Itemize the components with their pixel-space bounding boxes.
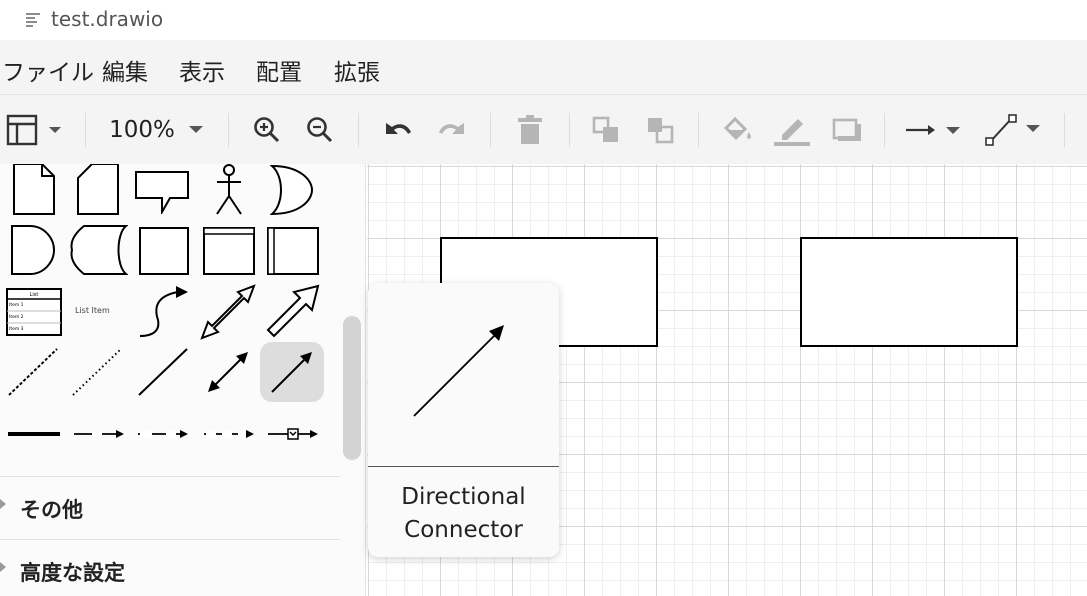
- menu-arrange[interactable]: 配置: [256, 53, 302, 87]
- list-shape-row: Item 2: [9, 314, 24, 320]
- diagram-rectangle[interactable]: [800, 237, 1018, 347]
- zoom-out-button[interactable]: [303, 112, 337, 148]
- line-color-button[interactable]: [771, 112, 813, 148]
- trash-icon: [517, 115, 543, 145]
- toolbar-separator: [358, 113, 359, 147]
- dotted-line-shape[interactable]: [70, 346, 124, 398]
- data-storage-shape[interactable]: [70, 224, 128, 276]
- menu-file[interactable]: ファイル: [2, 53, 94, 87]
- chevron-down-icon: [188, 126, 203, 134]
- toolbar-separator: [698, 113, 699, 147]
- note-shape[interactable]: [10, 164, 58, 216]
- toolbar: 100%: [0, 94, 1087, 164]
- menu-view[interactable]: 表示: [179, 53, 225, 87]
- directional-connector-shape[interactable]: [260, 342, 324, 402]
- menu-bar: ファイル 編集 表示 配置 拡張: [0, 40, 1087, 94]
- toolbar-separator: [228, 113, 229, 147]
- waypoint-line-icon: [984, 113, 1044, 147]
- container-shape[interactable]: [202, 226, 256, 276]
- sidebar-scrollbar[interactable]: [343, 316, 361, 460]
- card-shape[interactable]: [74, 164, 122, 216]
- list-shape-header: List: [30, 292, 39, 298]
- connector-with-2-labels-shape[interactable]: [136, 426, 190, 442]
- toolbar-separator: [85, 113, 86, 147]
- curved-arrow-shape[interactable]: [134, 282, 194, 340]
- block-arrow-shape[interactable]: [264, 284, 320, 340]
- list-shape-row: Item 1: [9, 302, 24, 308]
- line-shape[interactable]: [136, 346, 190, 398]
- toolbar-separator: [884, 113, 885, 147]
- connector-with-3-labels-shape[interactable]: [202, 426, 256, 442]
- shadow-button[interactable]: [828, 112, 866, 148]
- section-advanced[interactable]: 高度な設定: [0, 539, 340, 596]
- tooltip-divider: [368, 466, 559, 467]
- bidirectional-connector-shape[interactable]: [202, 346, 254, 398]
- zoom-out-icon: [306, 116, 334, 144]
- list-item-shape[interactable]: List Item: [70, 302, 128, 322]
- redo-button[interactable]: [434, 112, 470, 148]
- section-label: 高度な設定: [20, 561, 125, 585]
- delay-shape[interactable]: [10, 224, 56, 276]
- connector-with-symbol-shape[interactable]: [266, 426, 320, 442]
- list-item-label: List Item: [75, 306, 110, 315]
- zoom-level: 100%: [109, 117, 175, 143]
- undo-button[interactable]: [380, 112, 416, 148]
- title-bar: test.drawio: [0, 0, 1087, 40]
- delete-button[interactable]: [512, 112, 548, 148]
- tooltip-title-line: Connector: [404, 517, 523, 543]
- waypoints-button[interactable]: [984, 112, 1044, 148]
- to-back-button[interactable]: [642, 112, 678, 148]
- bidirectional-arrow-shape[interactable]: [200, 284, 256, 340]
- dashed-line-shape[interactable]: [6, 346, 60, 398]
- toolbar-separator: [490, 113, 491, 147]
- menu-extras[interactable]: 拡張: [334, 53, 380, 87]
- to-front-icon: [592, 116, 620, 144]
- window-title: test.drawio: [51, 7, 164, 31]
- zoom-dropdown[interactable]: 100%: [104, 112, 208, 148]
- toolbar-separator: [1064, 113, 1065, 147]
- list-shape-row: Item 3: [9, 326, 24, 332]
- chevron-right-icon: [0, 499, 6, 509]
- redo-icon: [436, 119, 468, 141]
- tooltip-title-line: Directional: [401, 484, 526, 510]
- tooltip-preview: [368, 283, 559, 467]
- undo-icon: [382, 119, 414, 141]
- menu-edit[interactable]: 編集: [102, 53, 148, 87]
- document-icon: [25, 12, 41, 32]
- connector-with-label-shape[interactable]: [72, 426, 126, 442]
- callout-shape[interactable]: [134, 170, 192, 214]
- actor-shape[interactable]: [212, 164, 246, 216]
- shape-tooltip: Directional Connector: [368, 283, 559, 557]
- arrow-right-icon: [904, 123, 964, 137]
- zoom-in-icon: [253, 116, 281, 144]
- to-back-icon: [646, 116, 674, 144]
- pen-icon: [772, 113, 812, 147]
- connection-style-button[interactable]: [904, 112, 964, 148]
- tooltip-caption: Directional Connector: [368, 481, 559, 547]
- to-front-button[interactable]: [588, 112, 624, 148]
- square-shape[interactable]: [138, 226, 190, 276]
- view-panels-button[interactable]: [4, 112, 64, 148]
- section-misc[interactable]: その他: [0, 476, 340, 536]
- fill-color-button[interactable]: [718, 112, 758, 148]
- vertical-container-shape[interactable]: [266, 226, 320, 276]
- zoom-in-button[interactable]: [250, 112, 284, 148]
- shapes-sidebar: List Item 1 Item 2 Item 3 List Item その他 …: [0, 164, 366, 596]
- shadow-icon: [832, 116, 862, 144]
- link-shape[interactable]: [6, 426, 62, 442]
- toolbar-separator: [569, 113, 570, 147]
- layout-icon: [6, 113, 62, 147]
- or-gate-shape[interactable]: [270, 164, 314, 216]
- list-shape[interactable]: List Item 1 Item 2 Item 3: [6, 288, 62, 336]
- paint-bucket-icon: [722, 116, 754, 144]
- section-label: その他: [20, 498, 83, 522]
- chevron-right-icon: [0, 562, 6, 572]
